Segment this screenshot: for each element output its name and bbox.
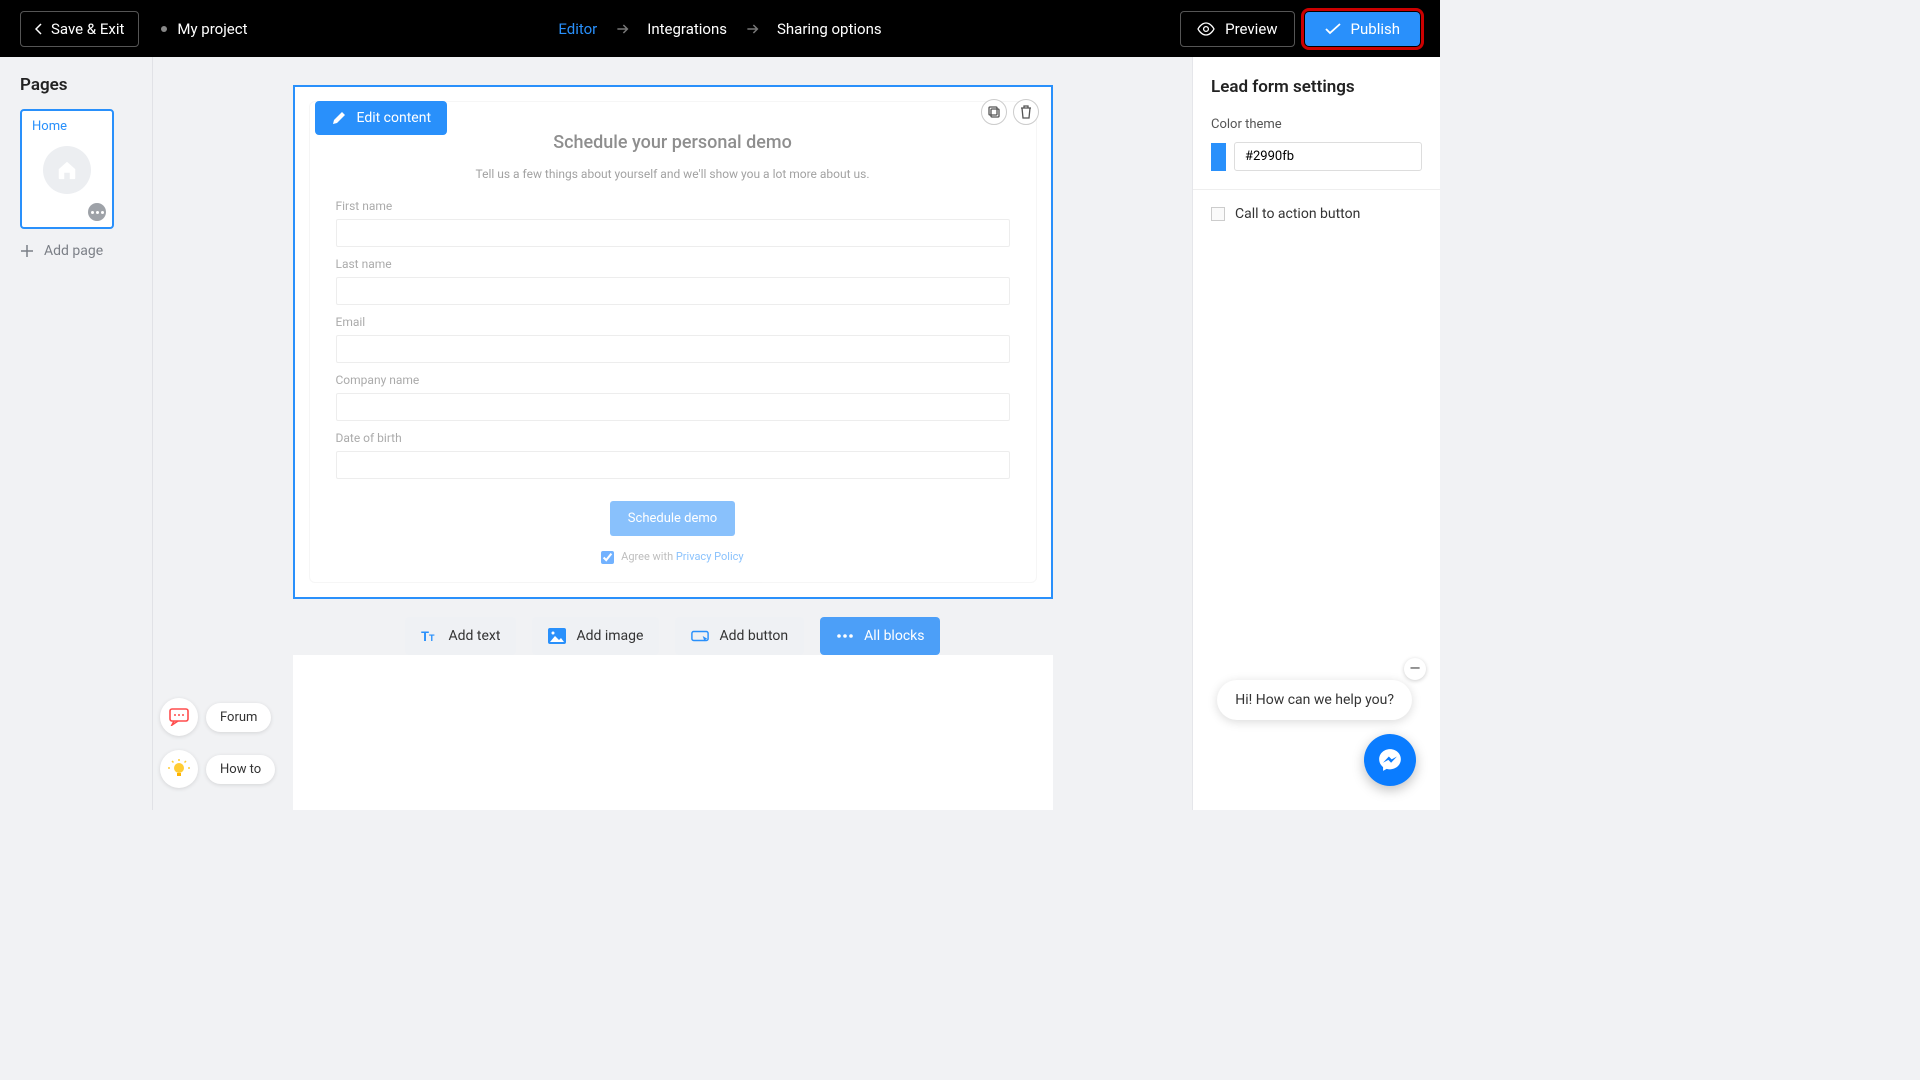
button-icon	[691, 627, 709, 645]
chat-greeting[interactable]: Hi! How can we help you?	[1217, 680, 1412, 720]
step-editor[interactable]: Editor	[558, 20, 597, 38]
project-indicator[interactable]: My project	[161, 20, 247, 38]
agree-text: Agree with	[621, 550, 676, 563]
messenger-icon	[1377, 747, 1403, 773]
forum-icon-button[interactable]	[160, 698, 198, 736]
add-text-button[interactable]: TT Add text	[405, 617, 517, 655]
lead-form-preview: Schedule your personal demo Tell us a fe…	[309, 101, 1037, 583]
chevron-left-icon	[35, 23, 43, 35]
topbar-actions: Preview Publish	[1180, 11, 1420, 47]
publish-label: Publish	[1351, 20, 1400, 38]
plus-icon	[20, 244, 34, 258]
field-email: Email	[336, 315, 1010, 363]
status-dot-icon	[161, 26, 167, 32]
field-first-name: First name	[336, 199, 1010, 247]
input-first-name	[336, 219, 1010, 247]
delete-button[interactable]	[1013, 99, 1039, 125]
add-page-button[interactable]: Add page	[20, 243, 132, 259]
input-email	[336, 335, 1010, 363]
cta-checkbox[interactable]	[1211, 207, 1225, 221]
agree-checkbox	[601, 551, 614, 564]
divider	[1193, 189, 1440, 190]
publish-button[interactable]: Publish	[1305, 12, 1420, 46]
input-dob	[336, 451, 1010, 479]
cta-toggle-row[interactable]: Call to action button	[1211, 206, 1422, 222]
edit-content-button[interactable]: Edit content	[315, 101, 448, 135]
pages-sidebar: Pages Home Add page	[0, 57, 153, 810]
page-thumbnail-home[interactable]: Home	[20, 109, 114, 229]
arrow-right-icon	[745, 22, 759, 36]
dots-icon	[836, 627, 854, 645]
project-name-label: My project	[177, 20, 247, 38]
add-button-label: Add button	[719, 628, 788, 644]
field-last-name: Last name	[336, 257, 1010, 305]
cta-label: Call to action button	[1235, 206, 1360, 222]
input-last-name	[336, 277, 1010, 305]
add-page-label: Add page	[44, 243, 103, 259]
form-subtitle: Tell us a few things about yourself and …	[336, 167, 1010, 181]
page-thumb-label: Home	[32, 119, 102, 134]
pages-title: Pages	[20, 75, 132, 95]
save-exit-button[interactable]: Save & Exit	[20, 11, 139, 47]
color-input[interactable]	[1234, 142, 1422, 171]
howto-button[interactable]: How to	[206, 755, 275, 784]
arrow-right-icon	[615, 22, 629, 36]
add-block-row: TT Add text Add image Add button All blo…	[405, 617, 941, 655]
page-options-button[interactable]	[88, 203, 106, 221]
add-image-label: Add image	[576, 628, 643, 644]
chat-bubble-icon	[169, 708, 189, 726]
add-image-button[interactable]: Add image	[532, 617, 659, 655]
color-theme-row	[1211, 142, 1422, 171]
edit-content-label: Edit content	[357, 110, 432, 126]
form-title: Schedule your personal demo	[336, 132, 1010, 153]
submit-button: Schedule demo	[610, 501, 735, 536]
field-dob: Date of birth	[336, 431, 1010, 479]
eye-icon	[1197, 22, 1215, 36]
duplicate-button[interactable]	[981, 99, 1007, 125]
step-sharing[interactable]: Sharing options	[777, 20, 882, 38]
preview-label: Preview	[1225, 20, 1277, 38]
howto-icon-button[interactable]	[160, 750, 198, 788]
canvas-extension	[293, 655, 1053, 810]
settings-title: Lead form settings	[1211, 77, 1422, 97]
editor-canvas: Edit content Schedule your personal demo…	[153, 57, 1192, 810]
add-button-button[interactable]: Add button	[675, 617, 804, 655]
step-integrations[interactable]: Integrations	[647, 20, 727, 38]
input-company	[336, 393, 1010, 421]
top-bar: Save & Exit My project Editor Integratio…	[0, 0, 1440, 57]
preview-button[interactable]: Preview	[1180, 11, 1294, 47]
pencil-icon	[331, 110, 347, 126]
color-swatch[interactable]	[1211, 143, 1226, 171]
color-theme-label: Color theme	[1211, 117, 1422, 132]
svg-text:T: T	[429, 634, 435, 643]
save-exit-label: Save & Exit	[51, 20, 124, 38]
home-icon	[43, 146, 91, 194]
privacy-link: Privacy Policy	[676, 550, 744, 563]
trash-icon	[1019, 105, 1033, 119]
selected-block[interactable]: Edit content Schedule your personal demo…	[293, 85, 1053, 599]
image-icon	[548, 627, 566, 645]
forum-button[interactable]: Forum	[206, 703, 271, 732]
field-company: Company name	[336, 373, 1010, 421]
add-text-label: Add text	[449, 628, 501, 644]
check-icon	[1325, 23, 1341, 35]
howto-row: How to	[160, 750, 275, 788]
block-actions	[981, 99, 1039, 125]
progress-steps: Editor Integrations Sharing options	[558, 20, 881, 38]
messenger-fab[interactable]	[1364, 734, 1416, 786]
svg-text:T: T	[421, 630, 429, 643]
copy-icon	[987, 105, 1001, 119]
forum-row: Forum	[160, 698, 275, 736]
all-blocks-button[interactable]: All blocks	[820, 617, 940, 655]
agree-row: Agree with Privacy Policy	[336, 550, 1010, 564]
chat-minimize-button[interactable]: —	[1404, 658, 1426, 680]
lightbulb-icon	[168, 758, 190, 780]
help-floats: Forum How to	[160, 698, 275, 788]
text-icon: TT	[421, 627, 439, 645]
all-blocks-label: All blocks	[864, 628, 924, 644]
